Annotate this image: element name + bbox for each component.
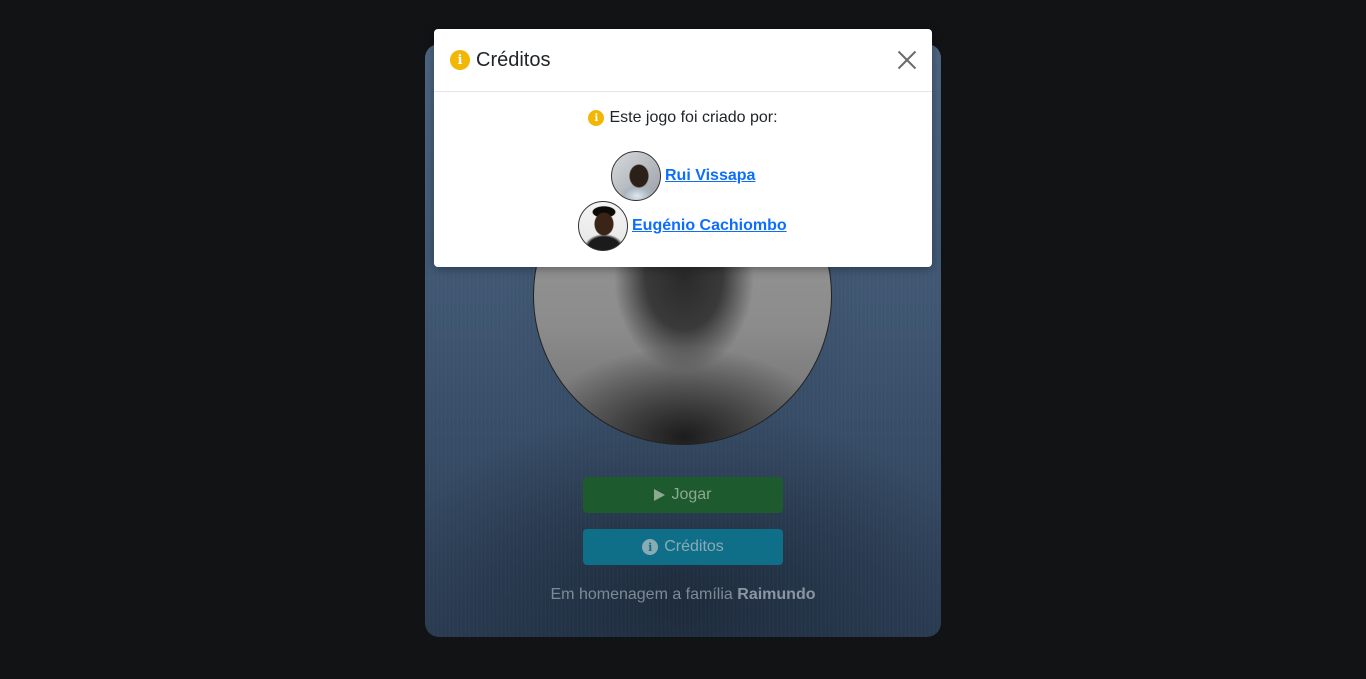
credits-modal: i Créditos i Este jogo foi criado por: R… <box>434 29 932 267</box>
author-item: Eugénio Cachiombo <box>578 201 787 251</box>
credits-intro-text: Este jogo foi criado por: <box>609 109 778 126</box>
author-link[interactable]: Eugénio Cachiombo <box>632 217 787 235</box>
modal-header: i Créditos <box>434 29 932 92</box>
modal-title: Créditos <box>476 48 551 71</box>
author-item: Rui Vissapa <box>611 151 755 201</box>
author-link[interactable]: Rui Vissapa <box>665 167 755 185</box>
info-icon: i <box>588 110 605 126</box>
avatar <box>578 201 628 251</box>
avatar <box>611 151 661 201</box>
credits-intro: i Este jogo foi criado por: <box>434 109 932 127</box>
modal-body: i Este jogo foi criado por: <box>434 109 932 127</box>
close-icon[interactable] <box>896 49 918 71</box>
info-icon: i <box>450 50 470 70</box>
